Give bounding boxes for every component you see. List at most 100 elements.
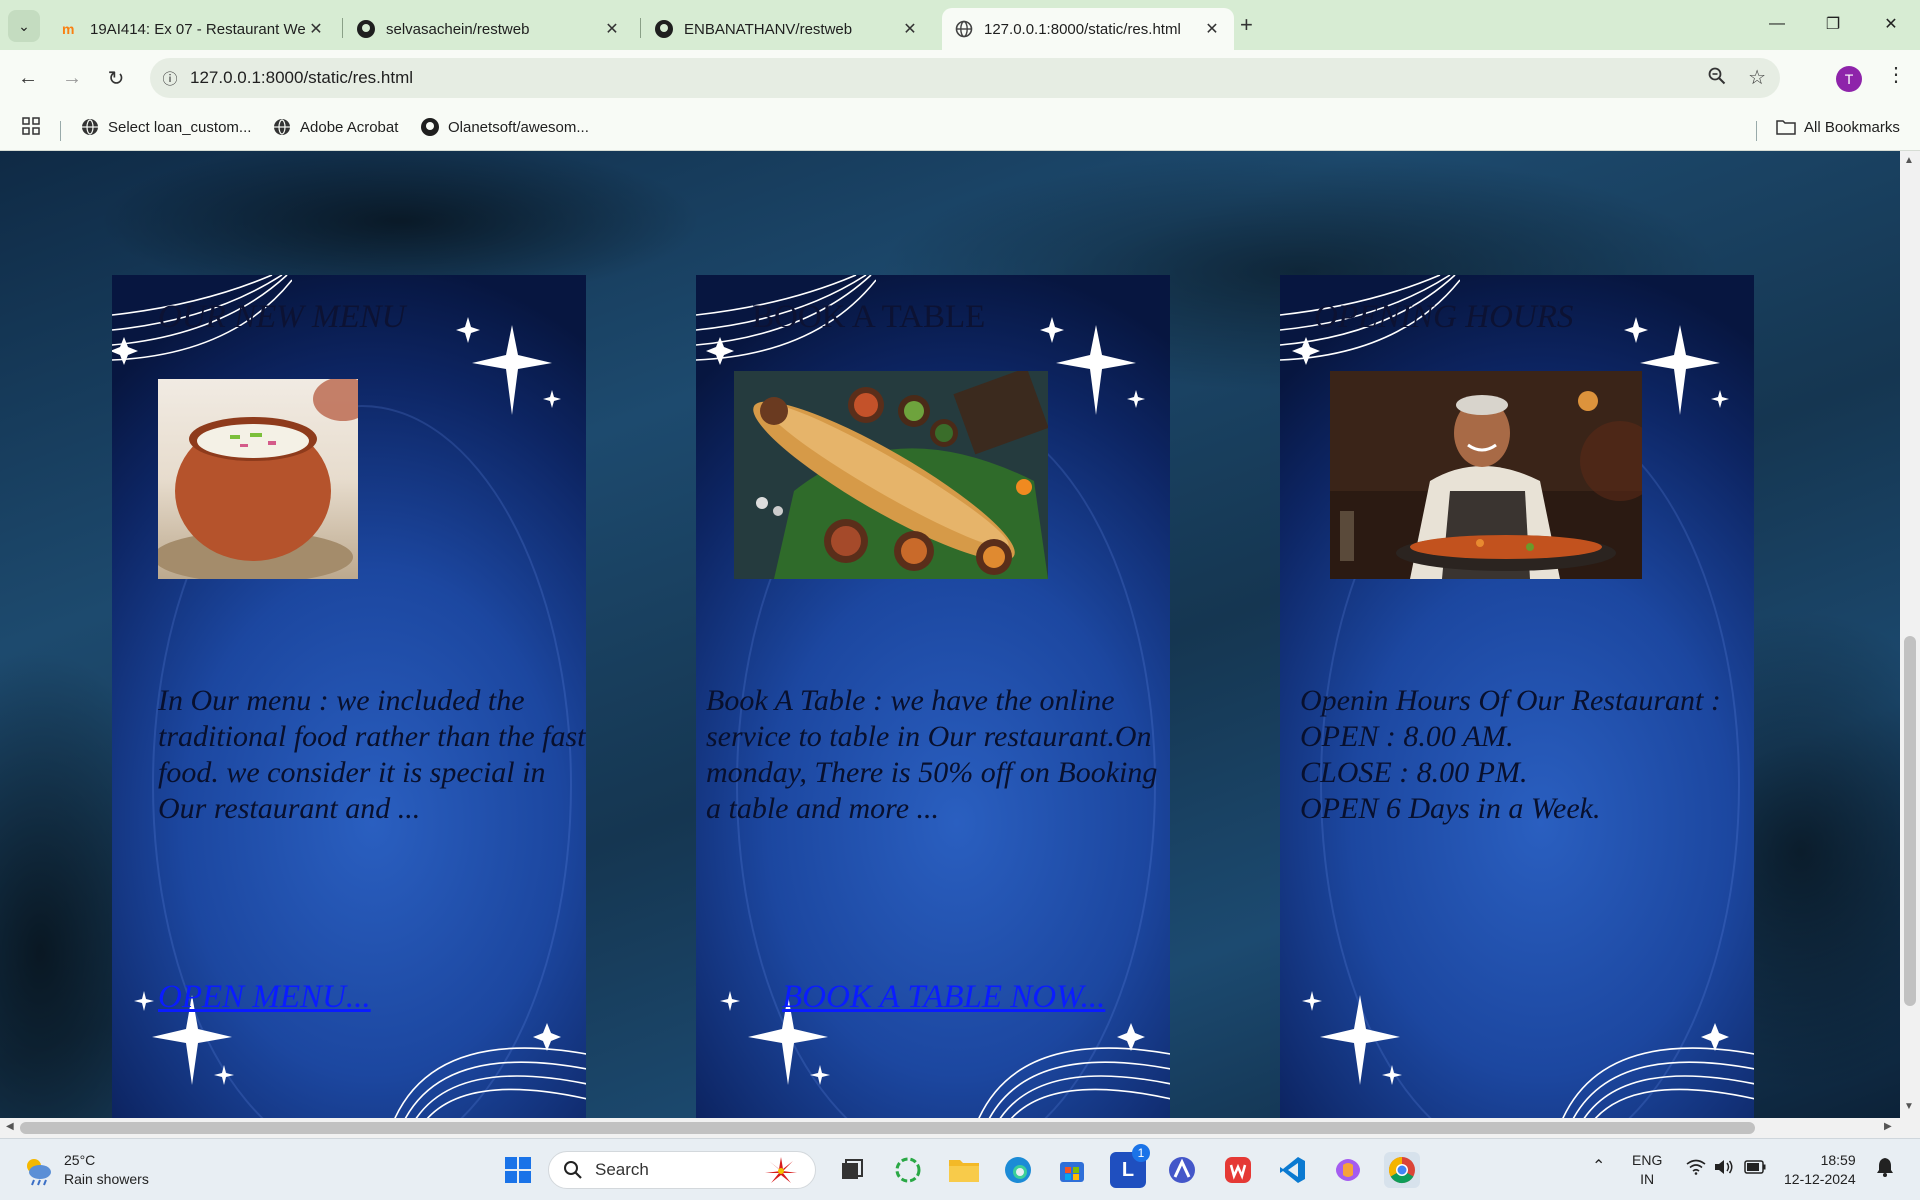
scroll-thumb[interactable] <box>1904 636 1916 1006</box>
site-info-icon[interactable]: ⓘ <box>150 68 190 89</box>
bookmark-item[interactable]: Adobe Acrobat <box>272 117 398 137</box>
github-icon <box>420 117 440 137</box>
tab-3[interactable]: ENBANATHANV/restweb ✕ <box>642 8 932 50</box>
vertical-scrollbar[interactable]: ▲ ▼ <box>1900 151 1920 1118</box>
back-button[interactable]: ← <box>12 62 44 94</box>
store-icon[interactable] <box>1054 1152 1090 1188</box>
tab-title: 19AI414: Ex 07 - Restaurant We <box>90 20 306 38</box>
task-view-icon[interactable] <box>834 1152 870 1188</box>
sparkle-icon <box>456 317 561 415</box>
arrow-right-icon: → <box>62 66 82 89</box>
bookmark-item[interactable]: Select loan_custom... <box>80 117 251 137</box>
all-bookmarks-button[interactable]: All Bookmarks <box>1776 117 1900 137</box>
windows-start-icon[interactable] <box>500 1152 536 1188</box>
taskbar: 25°C Rain showers Search L 1 ⌃ ENG IN 18… <box>0 1138 1920 1200</box>
notification-badge: 1 <box>1132 1144 1150 1162</box>
scroll-up-icon[interactable]: ▲ <box>1904 155 1914 166</box>
arc-app-icon[interactable] <box>1164 1152 1200 1188</box>
scroll-down-icon[interactable]: ▼ <box>1904 1101 1914 1112</box>
close-icon[interactable]: ✕ <box>602 19 622 39</box>
card-description: Book A Table : we have the online servic… <box>706 684 1158 825</box>
horizontal-scrollbar[interactable]: ◀ ▶ <box>0 1118 1920 1138</box>
tab-title: selvasachein/restweb <box>386 20 530 38</box>
browser-toolbar: ← → ↻ ⓘ 127.0.0.1:8000/static/res.html ☆ <box>0 50 1920 107</box>
volume-icon[interactable] <box>1714 1159 1734 1180</box>
globe-icon <box>954 19 974 39</box>
chevron-up-icon[interactable]: ⌃ <box>1592 1157 1605 1176</box>
folder-icon <box>1776 117 1796 137</box>
chef-image <box>1330 371 1642 579</box>
clock-time: 18:59 <box>1820 1152 1856 1168</box>
opening-hours-card: OPENING HOURS Openin Hours Of Our Restau… <box>1280 275 1754 1118</box>
chevron-down-icon: ⌄ <box>18 17 30 34</box>
close-icon[interactable]: ✕ <box>900 19 920 39</box>
window-close-button[interactable]: ✕ <box>1866 8 1916 40</box>
menu-kebab-icon[interactable]: ⋮ <box>1886 62 1906 87</box>
battery-icon[interactable] <box>1744 1160 1766 1179</box>
chrome-icon[interactable] <box>1384 1152 1420 1188</box>
close-icon[interactable]: ✕ <box>306 19 326 39</box>
close-icon[interactable]: ✕ <box>1202 19 1222 39</box>
tab-strip: ⌄ m 19AI414: Ex 07 - Restaurant We ✕ sel… <box>0 0 1920 50</box>
apps-grid-icon[interactable] <box>22 117 40 135</box>
card-description: In Our menu : we included the traditiona… <box>158 684 586 825</box>
buttermilk-image <box>158 379 358 579</box>
hours-line: OPEN : 8.00 AM. <box>1300 720 1514 753</box>
book-table-card: BOOK A TABLE Book A Table: we have the … <box>696 275 1170 1118</box>
scroll-left-icon[interactable]: ◀ <box>6 1121 14 1132</box>
wps-office-icon[interactable] <box>1220 1152 1256 1188</box>
zoom-icon[interactable] <box>1708 67 1726 90</box>
scroll-thumb[interactable] <box>20 1122 1755 1134</box>
hours-line: CLOSE : 8.00 PM. <box>1300 756 1528 789</box>
forward-button[interactable]: → <box>56 62 88 94</box>
page-viewport: OUR NEW MENU In Our menu : we included t… <box>0 151 1900 1118</box>
language-indicator[interactable]: ENG IN <box>1632 1151 1662 1189</box>
restore-button[interactable]: ❐ <box>1808 8 1858 40</box>
bookmark-item[interactable]: Olanetsoft/awesom... <box>420 117 589 137</box>
bell-icon[interactable] <box>1876 1157 1894 1182</box>
card-title: OUR NEW MENU <box>158 299 406 335</box>
reload-button[interactable]: ↻ <box>100 62 132 94</box>
hours-line: Openin Hours Of Our Restaurant : <box>1300 684 1721 717</box>
file-explorer-icon[interactable] <box>946 1152 982 1188</box>
moodle-icon: m <box>60 19 80 39</box>
tab-1[interactable]: m 19AI414: Ex 07 - Restaurant We ✕ <box>48 8 338 50</box>
weather-temp: 25°C <box>64 1152 96 1168</box>
book-table-link[interactable]: BOOK A TABLE NOW... <box>782 979 1105 1016</box>
globe-icon <box>272 117 292 137</box>
edge-icon[interactable] <box>1000 1152 1036 1188</box>
tab-title: ENBANATHANV/restweb <box>684 20 853 38</box>
copilot-icon[interactable] <box>1330 1152 1366 1188</box>
taskbar-search[interactable]: Search <box>548 1151 816 1189</box>
weather-desc: Rain showers <box>64 1171 149 1187</box>
github-icon <box>356 19 376 39</box>
profile-avatar[interactable]: T <box>1836 66 1862 92</box>
svg-text:m: m <box>62 21 74 37</box>
lang-bottom: IN <box>1640 1171 1655 1187</box>
clock[interactable]: 18:59 12-12-2024 <box>1784 1151 1856 1189</box>
url-text[interactable]: 127.0.0.1:8000/static/res.html <box>190 68 413 88</box>
card-title: OPENING HOURS <box>1314 299 1574 335</box>
tab-4-active[interactable]: 127.0.0.1:8000/static/res.html ✕ <box>942 8 1234 50</box>
card-title: BOOK A TABLE <box>752 299 986 335</box>
refresh-app-icon[interactable] <box>890 1152 926 1188</box>
address-bar[interactable]: ⓘ 127.0.0.1:8000/static/res.html ☆ <box>150 58 1780 98</box>
open-menu-link[interactable]: OPEN MENU... <box>158 979 371 1016</box>
scroll-right-icon[interactable]: ▶ <box>1884 1121 1892 1132</box>
weather-widget[interactable]: 25°C Rain showers <box>22 1151 149 1189</box>
arrow-left-icon: ← <box>18 66 38 89</box>
dosa-image <box>734 371 1048 579</box>
wifi-icon[interactable] <box>1686 1159 1706 1180</box>
minimize-button[interactable]: — <box>1752 8 1802 40</box>
all-bookmarks-label: All Bookmarks <box>1804 118 1900 136</box>
tab-2[interactable]: selvasachein/restweb ✕ <box>344 8 634 50</box>
tab-title: 127.0.0.1:8000/static/res.html <box>984 20 1181 38</box>
globe-icon <box>80 117 100 137</box>
clock-date: 12-12-2024 <box>1784 1171 1856 1187</box>
new-tab-button[interactable]: + <box>1240 12 1253 38</box>
bookmark-label: Adobe Acrobat <box>300 118 399 136</box>
bookmark-star-icon[interactable]: ☆ <box>1748 65 1766 90</box>
tab-search-button[interactable]: ⌄ <box>8 10 40 42</box>
lang-top: ENG <box>1632 1152 1663 1168</box>
vscode-icon[interactable] <box>1274 1152 1310 1188</box>
